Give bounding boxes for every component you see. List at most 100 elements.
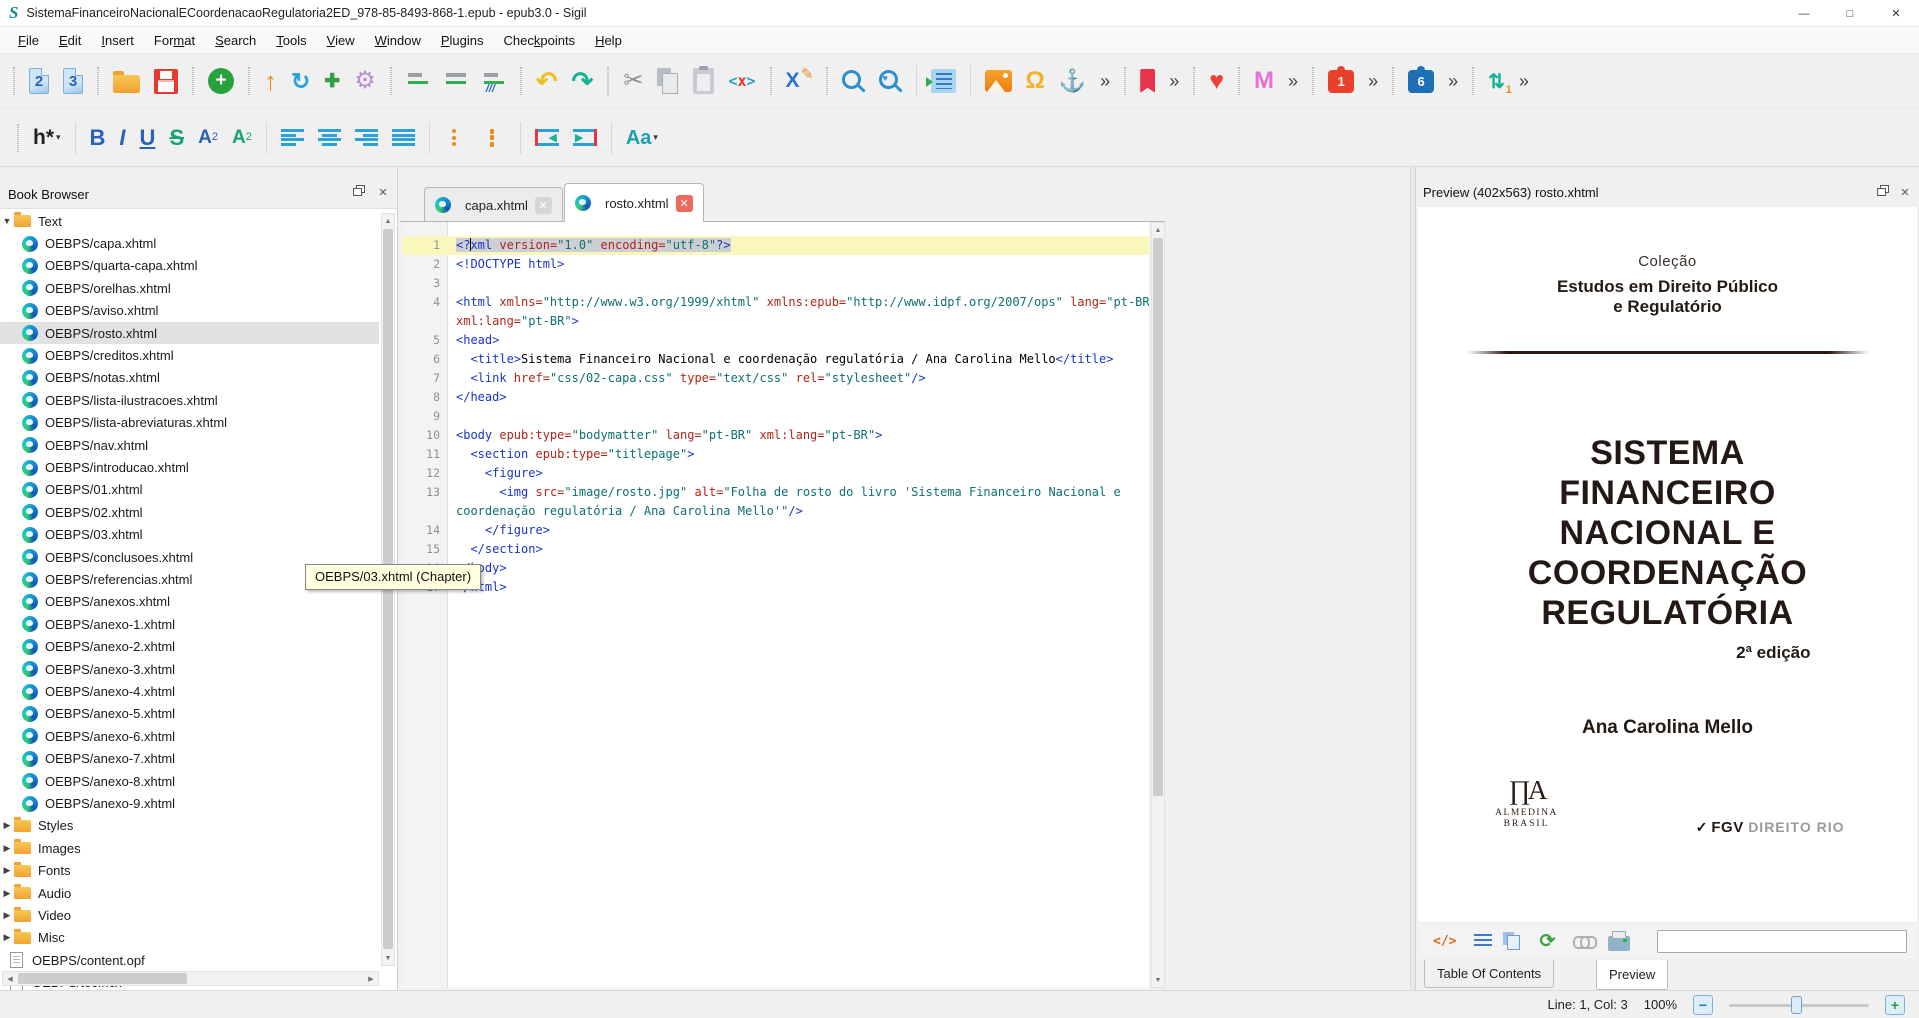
tree-item-text[interactable]: ▼Text	[0, 210, 379, 232]
link-icon[interactable]	[1573, 935, 1597, 947]
tree-item-oebps-capa-xhtml[interactable]: OEBPS/capa.xhtml	[0, 232, 379, 254]
zoom-in-button[interactable]: +	[1885, 995, 1905, 1015]
reload-icon[interactable]: ↻	[291, 70, 310, 93]
align-left-button[interactable]	[281, 129, 304, 146]
tree-item-oebps-02-xhtml[interactable]: OEBPS/02.xhtml	[0, 501, 379, 523]
minimize-icon[interactable]: —	[1781, 0, 1827, 27]
tree-item-oebps-creditos-xhtml[interactable]: OEBPS/creditos.xhtml	[0, 344, 379, 366]
plugin-1-icon[interactable]: 1	[1328, 70, 1354, 93]
insert-image-icon[interactable]	[985, 70, 1012, 92]
tree-item-images[interactable]: ▶Images	[0, 837, 379, 859]
overflow-chevron-icon[interactable]: »	[1519, 72, 1529, 90]
tree-item-oebps-anexo-8-xhtml[interactable]: OEBPS/anexo-8.xhtml	[0, 770, 379, 792]
tab-capa-xhtml[interactable]: capa.xhtml ✕	[424, 187, 563, 222]
collapse-arrow-icon[interactable]: ▶	[0, 820, 14, 831]
dock-close-icon[interactable]: ✕	[375, 185, 391, 199]
overflow-chevron-icon[interactable]: »	[1100, 72, 1110, 90]
tab-close-icon[interactable]: ✕	[676, 195, 693, 212]
editor-vscrollbar[interactable]: ▲ ▼	[1151, 222, 1165, 988]
menu-view[interactable]: View	[317, 29, 365, 52]
tree-item-oebps-anexo-9-xhtml[interactable]: OEBPS/anexo-9.xhtml	[0, 792, 379, 814]
strikethrough-button[interactable]: S	[169, 127, 184, 149]
tree-item-oebps-lista-ilustracoes-xhtml[interactable]: OEBPS/lista-ilustracoes.xhtml	[0, 389, 379, 411]
tree-item-fonts[interactable]: ▶Fonts	[0, 860, 379, 882]
menu-search[interactable]: Search	[205, 29, 266, 52]
menu-tools[interactable]: Tools	[266, 29, 316, 52]
split-section-icon[interactable]	[444, 70, 468, 92]
tree-item-oebps-content-opf[interactable]: OEBPS/content.opf	[0, 949, 379, 971]
insert-plus-icon[interactable]: ✚	[324, 72, 340, 91]
tree-item-oebps-anexo-6-xhtml[interactable]: OEBPS/anexo-6.xhtml	[0, 725, 379, 747]
bookmark-icon[interactable]	[1140, 69, 1155, 93]
menu-checkpoints[interactable]: Checkpoints	[494, 29, 586, 52]
special-character-icon[interactable]: Ω	[1026, 69, 1045, 93]
dock-float-icon[interactable]	[1873, 185, 1889, 199]
undo-icon[interactable]: ↶	[536, 68, 558, 94]
paste-icon[interactable]	[693, 68, 714, 94]
up-arrow-icon[interactable]: ↑	[264, 68, 277, 94]
tree-item-oebps-anexo-1-xhtml[interactable]: OEBPS/anexo-1.xhtml	[0, 613, 379, 635]
code-view[interactable]: 1<?xml version="1.0" encoding="utf-8"?>2…	[402, 222, 1149, 988]
anchor-icon[interactable]: ⚓	[1059, 70, 1086, 92]
scrollbar-thumb[interactable]	[1153, 238, 1163, 796]
scroll-up-arrow-icon[interactable]: ▲	[1152, 223, 1164, 237]
book-browser-hscrollbar[interactable]: ◀ ▶	[2, 971, 379, 986]
split-at-cursor-icon[interactable]	[406, 70, 430, 92]
overflow-chevron-icon[interactable]: »	[1169, 72, 1179, 90]
italic-button[interactable]: I	[119, 127, 125, 149]
menu-edit[interactable]: Edit	[49, 29, 91, 52]
collapse-arrow-icon[interactable]: ▶	[0, 843, 14, 854]
subscript-button[interactable]: A2	[198, 128, 218, 147]
copy-doc-icon[interactable]	[1503, 932, 1521, 950]
reload-preview-icon[interactable]: ⟳	[1539, 932, 1555, 951]
reports-icon[interactable]	[931, 69, 956, 93]
tree-item-oebps-rosto-xhtml[interactable]: OEBPS/rosto.xhtml	[0, 322, 379, 344]
tree-item-oebps-anexo-4-xhtml[interactable]: OEBPS/anexo-4.xhtml	[0, 680, 379, 702]
tree-item-oebps-anexos-xhtml[interactable]: OEBPS/anexos.xhtml	[0, 591, 379, 613]
split-marker-icon[interactable]: ///	[482, 70, 506, 92]
scroll-left-arrow-icon[interactable]: ◀	[3, 972, 17, 985]
heading-select[interactable]: h*▾	[33, 127, 61, 148]
scroll-down-arrow-icon[interactable]: ▼	[382, 951, 394, 965]
menu-format[interactable]: Format	[144, 29, 205, 52]
plugin-6-icon[interactable]: 6	[1408, 70, 1434, 93]
heart-icon[interactable]: ♥	[1209, 69, 1224, 94]
tree-item-oebps-lista-abreviaturas-xhtml[interactable]: OEBPS/lista-abreviaturas.xhtml	[0, 412, 379, 434]
tree-item-audio[interactable]: ▶Audio	[0, 882, 379, 904]
menu-window[interactable]: Window	[365, 29, 431, 52]
align-center-button[interactable]	[318, 129, 341, 146]
code-tag-icon[interactable]: <x>	[728, 72, 755, 90]
select-lines-icon[interactable]	[1474, 934, 1492, 949]
scrollbar-thumb[interactable]	[18, 973, 187, 984]
saved-searches-icon[interactable]: ⇅1	[1488, 69, 1505, 94]
tree-item-oebps-introducao-xhtml[interactable]: OEBPS/introducao.xhtml	[0, 456, 379, 478]
underline-button[interactable]: U	[140, 127, 156, 149]
copy-icon[interactable]	[657, 68, 679, 94]
menu-insert[interactable]: Insert	[91, 29, 144, 52]
mail-m-icon[interactable]: M	[1254, 69, 1274, 93]
align-justify-button[interactable]	[392, 129, 415, 146]
new-epub2-button[interactable]: 2	[29, 68, 49, 94]
redo-icon[interactable]: ↷	[572, 68, 594, 94]
tree-item-styles[interactable]: ▶Styles	[0, 815, 379, 837]
tab-rosto-xhtml[interactable]: rosto.xhtml ✕	[564, 183, 704, 222]
zoom-out-button[interactable]: −	[1693, 995, 1713, 1015]
scroll-up-arrow-icon[interactable]: ▲	[382, 214, 394, 228]
menu-help[interactable]: Help	[585, 29, 632, 52]
zoom-slider[interactable]	[1729, 995, 1869, 1015]
find-icon[interactable]	[842, 70, 865, 93]
tree-item-oebps-nav-xhtml[interactable]: OEBPS/nav.xhtml	[0, 434, 379, 456]
collapse-arrow-icon[interactable]: ▶	[0, 932, 14, 943]
indent-button[interactable]: ▶	[573, 129, 597, 146]
tree-item-oebps-aviso-xhtml[interactable]: OEBPS/aviso.xhtml	[0, 300, 379, 322]
tree-item-oebps-01-xhtml[interactable]: OEBPS/01.xhtml	[0, 479, 379, 501]
open-folder-icon[interactable]	[113, 75, 140, 93]
menu-file[interactable]: File	[8, 29, 49, 52]
tree-item-oebps-03-xhtml[interactable]: OEBPS/03.xhtml	[0, 524, 379, 546]
numbered-list-button[interactable]	[482, 129, 506, 146]
save-icon[interactable]	[154, 69, 178, 94]
find-replace-icon[interactable]: ♥	[879, 70, 902, 93]
cut-icon[interactable]: ✂	[623, 69, 643, 93]
collapse-arrow-icon[interactable]: ▶	[0, 910, 14, 921]
zoom-slider-handle[interactable]	[1791, 996, 1802, 1014]
